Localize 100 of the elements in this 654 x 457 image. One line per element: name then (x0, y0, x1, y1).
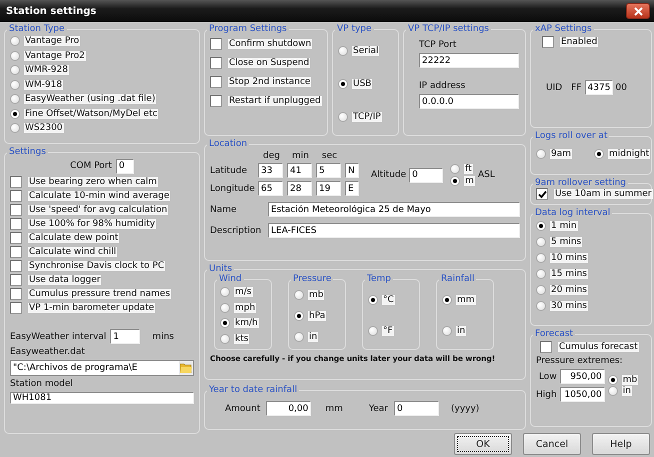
checkbox-label: Synchronise Davis clock to PC (28, 261, 166, 271)
radio-button[interactable] (450, 164, 460, 174)
radio-label: in (456, 326, 466, 336)
radio-label: WMR-928 (24, 65, 69, 76)
checkbox[interactable] (10, 204, 22, 216)
input-field[interactable]: 1 (110, 329, 140, 344)
input-field[interactable]: 0 (409, 168, 444, 182)
radio-label: in (308, 332, 318, 342)
checkbox[interactable] (10, 260, 22, 272)
input-field[interactable]: E (345, 181, 359, 196)
radio-button[interactable] (338, 78, 348, 88)
checkbox-label: Use data logger (28, 275, 102, 285)
radio-button[interactable] (220, 286, 230, 297)
radio-label: WM-918 (24, 80, 64, 90)
checkbox[interactable] (10, 176, 22, 188)
radio-button[interactable] (608, 386, 618, 396)
input-field[interactable]: 0 (394, 401, 439, 416)
checkbox-label: Use bearing zero when calm (28, 177, 158, 187)
checkbox[interactable] (10, 246, 22, 258)
checkbox[interactable] (10, 232, 22, 244)
radio-button[interactable] (10, 123, 20, 134)
input-field[interactable]: 41 (287, 163, 312, 178)
radio-button[interactable] (594, 149, 604, 159)
radio-button[interactable] (338, 112, 348, 122)
checkbox-label: Stop 2nd instance (228, 76, 312, 86)
column-header: min (291, 151, 310, 161)
checkbox[interactable] (10, 302, 22, 314)
uid-prefix: FF (571, 82, 582, 92)
radio-label: °F (382, 326, 394, 336)
radio-button[interactable] (536, 269, 546, 279)
checkbox[interactable] (10, 288, 22, 300)
input-field[interactable]: 28 (287, 181, 312, 196)
uid-suffix: 00 (616, 82, 627, 92)
input-field[interactable]: 0.0.0.0 (419, 94, 519, 109)
group-title: Location (208, 139, 248, 149)
radio-button[interactable] (368, 326, 378, 336)
radio-label: midnight (608, 149, 650, 159)
radio-button[interactable] (294, 290, 304, 300)
checkbox-label: Cumulus forecast (558, 342, 639, 352)
checkbox[interactable] (10, 274, 22, 286)
radio-button[interactable] (10, 108, 20, 119)
radio-button[interactable] (10, 50, 20, 61)
checkbox[interactable] (210, 56, 222, 68)
radio-button[interactable] (608, 375, 618, 385)
group-title: Station Type (8, 24, 66, 34)
input-field[interactable]: 950,00 (560, 369, 605, 384)
radio-button[interactable] (368, 294, 378, 305)
radio-button[interactable] (536, 149, 546, 159)
input-field[interactable]: 0 (116, 158, 134, 174)
radio-label: EasyWeather (using .dat file) (24, 94, 156, 104)
radio-button[interactable] (294, 332, 304, 342)
checkbox[interactable] (540, 340, 552, 352)
input-field[interactable]: 4375 (584, 80, 613, 95)
file-path-field[interactable]: "C:\Archivos de programa\E (10, 360, 194, 376)
checkbox-label: Use 10am in summer (554, 189, 652, 199)
checkbox[interactable] (10, 190, 22, 202)
input-field[interactable]: N (345, 163, 359, 178)
radio-button[interactable] (536, 253, 546, 263)
input-field[interactable]: 22222 (419, 53, 519, 68)
checkbox[interactable] (210, 38, 222, 50)
checkbox-label: VP 1-min barometer update (28, 303, 156, 313)
input-field[interactable]: 0,00 (266, 401, 312, 416)
radio-button[interactable] (536, 285, 546, 295)
input-field[interactable]: LEA-FICES (268, 223, 520, 238)
dialog-button[interactable]: Cancel (523, 433, 581, 455)
input-field[interactable]: 5 (316, 163, 341, 178)
radio-label: mph (234, 302, 256, 313)
checkbox[interactable] (210, 76, 222, 88)
radio-button[interactable] (220, 318, 230, 328)
input-field[interactable]: Estación Meteorológica 25 de Mayo (268, 202, 520, 217)
radio-button[interactable] (536, 237, 546, 247)
radio-button[interactable] (10, 80, 20, 90)
radio-button[interactable] (10, 94, 20, 104)
input-field[interactable]: 65 (258, 181, 283, 196)
radio-button[interactable] (536, 301, 546, 311)
radio-label: Serial (352, 46, 380, 56)
radio-button[interactable] (442, 326, 452, 336)
close-button[interactable] (626, 3, 650, 19)
checkbox[interactable] (542, 36, 554, 48)
checkbox[interactable] (10, 218, 22, 230)
radio-button[interactable] (536, 221, 546, 231)
input-field[interactable]: WH1081 (10, 392, 194, 404)
radio-label: 5 mins (550, 237, 582, 247)
radio-button[interactable] (220, 334, 230, 344)
radio-button[interactable] (442, 294, 452, 305)
pressure-extremes-label: Pressure extremes: (536, 356, 624, 366)
dialog-button[interactable]: Help (592, 433, 650, 455)
radio-button[interactable] (294, 310, 304, 320)
radio-button[interactable] (450, 176, 460, 186)
radio-button[interactable] (338, 46, 348, 56)
input-field[interactable]: 33 (258, 163, 283, 178)
dialog-button[interactable]: OK (454, 433, 512, 455)
coordinate-label: Latitude (210, 166, 248, 176)
checkbox[interactable] (210, 94, 222, 106)
input-field[interactable]: 1050,00 (560, 387, 605, 402)
radio-button[interactable] (220, 302, 230, 313)
radio-button[interactable] (10, 36, 20, 46)
input-field[interactable]: 19 (316, 181, 341, 196)
radio-button[interactable] (10, 65, 20, 76)
checkbox[interactable] (536, 188, 548, 200)
